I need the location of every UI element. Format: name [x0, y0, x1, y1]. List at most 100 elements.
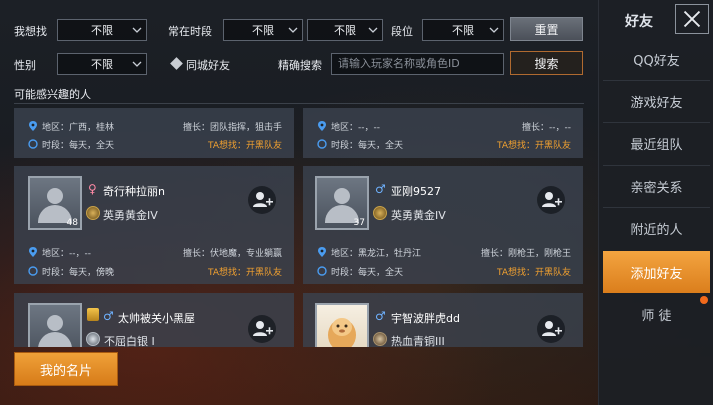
player-name: 宇智波胖虎dd: [391, 312, 460, 325]
card-skill: 擅长：伏地魔，专业躺赢: [182, 249, 282, 259]
card-skill: 擅长：团队指挥，狙击手: [182, 123, 282, 133]
search-button[interactable]: 搜索: [510, 51, 583, 75]
player-rank: 英勇黄金IV: [103, 209, 158, 222]
exact-search-label: 精确搜索: [278, 59, 322, 72]
chevron-down-icon: [489, 27, 499, 33]
location-pin-icon: [29, 247, 37, 257]
add-user-icon: [542, 321, 562, 336]
female-icon: ♀: [88, 182, 97, 196]
location-pin-icon: [318, 121, 326, 131]
notification-dot: [700, 296, 708, 304]
avatar-placeholder-head: [47, 188, 63, 204]
sidebar-item-nearby[interactable]: 附近的人: [603, 207, 710, 249]
card-time: 时段：每天，全天: [331, 141, 404, 151]
location-pin-icon: [29, 121, 37, 131]
close-icon: [683, 10, 701, 28]
add-friend-button[interactable]: [248, 315, 276, 343]
add-friend-button[interactable]: [537, 315, 565, 343]
close-button[interactable]: [675, 4, 709, 34]
rank-gold-icon: [86, 206, 100, 220]
rank-silver-icon: [86, 332, 100, 346]
card-wants: TA想找：开黑队友: [208, 141, 282, 151]
clock-icon: [28, 266, 38, 276]
player-name: 亚刚9527: [391, 185, 441, 198]
player-name: 奇行种拉丽n: [103, 185, 165, 198]
add-user-icon: [542, 192, 562, 207]
time-dropdown-1-value: 不限: [252, 24, 274, 37]
rank-dropdown[interactable]: 不限: [422, 19, 504, 41]
gender-dropdown[interactable]: 不限: [57, 53, 147, 75]
avatar[interactable]: 37: [315, 176, 369, 230]
find-label: 我想找: [14, 25, 47, 38]
card-skill: 擅长：--，--: [522, 123, 571, 133]
chevron-down-icon: [132, 27, 142, 33]
card-wants: TA想找：开黑队友: [497, 141, 571, 151]
rank-bronze-icon: [373, 332, 387, 346]
time-dropdown-1[interactable]: 不限: [223, 19, 303, 41]
rank-label: 段位: [391, 25, 413, 38]
player-rank: 热血青铜III: [391, 335, 445, 347]
title-badge-icon: [87, 308, 99, 321]
card-region: 地区：--，--: [331, 123, 380, 133]
player-card[interactable]: ♂ 太帅被关小黑屋 不屈白银 I: [14, 293, 294, 347]
add-user-icon: [253, 321, 273, 336]
same-city-label[interactable]: 同城好友: [186, 57, 230, 73]
player-card[interactable]: 地区：--，-- 擅长：--，-- 时段：每天，全天 TA想找：开黑队友: [303, 108, 583, 158]
player-level: 37: [353, 218, 365, 228]
card-wants: TA想找：开黑队友: [208, 268, 282, 278]
add-friend-button[interactable]: [537, 186, 565, 214]
player-rank: 英勇黄金IV: [391, 209, 446, 222]
avatar-placeholder-body: [38, 332, 72, 347]
sidebar-item-intimate[interactable]: 亲密关系: [603, 165, 710, 207]
divider: [14, 103, 584, 104]
section-title: 可能感兴趣的人: [14, 88, 91, 101]
time-label: 常在时段: [168, 25, 212, 38]
card-time: 时段：每天，全天: [331, 268, 404, 278]
chevron-down-icon: [132, 61, 142, 67]
card-region: 地区：黑龙江，牡丹江: [331, 249, 422, 259]
friends-sidebar: 好友 QQ好友 游戏好友 最近组队 亲密关系 附近的人 添加好友 师 徒: [598, 0, 713, 405]
clock-icon: [28, 139, 38, 149]
reset-button[interactable]: 重置: [510, 17, 583, 41]
search-input[interactable]: 请输入玩家名称或角色ID: [331, 53, 504, 75]
my-card-button[interactable]: 我的名片: [14, 352, 118, 386]
male-icon: ♂: [375, 182, 386, 196]
card-skill: 擅长：刚枪王，刚枪王: [480, 249, 571, 259]
same-city-checkbox[interactable]: [170, 57, 183, 70]
sidebar-item-qq-friends[interactable]: QQ好友: [603, 38, 710, 80]
gender-dropdown-value: 不限: [91, 58, 113, 71]
clock-icon: [317, 139, 327, 149]
player-card[interactable]: 37 ♂ 亚刚9527 英勇黄金IV 地区：黑龙江，牡丹江 擅长：刚枪王，刚枪王…: [303, 166, 583, 284]
player-card[interactable]: 地区：广西，桂林 擅长：团队指挥，狙击手 时段：每天，全天 TA想找：开黑队友: [14, 108, 294, 158]
add-user-icon: [253, 192, 273, 207]
avatar[interactable]: 48: [28, 176, 82, 230]
add-friend-button[interactable]: [248, 186, 276, 214]
sidebar-item-game-friends[interactable]: 游戏好友: [603, 80, 710, 122]
rank-dropdown-value: 不限: [452, 24, 474, 37]
avatar[interactable]: [315, 303, 369, 347]
time-dropdown-2[interactable]: 不限: [307, 19, 383, 41]
gender-label: 性别: [14, 59, 36, 72]
avatar[interactable]: [28, 303, 82, 347]
location-pin-icon: [318, 247, 326, 257]
find-dropdown[interactable]: 不限: [57, 19, 147, 41]
card-time: 时段：每天，全天: [42, 141, 115, 151]
player-card[interactable]: 48 ♀ 奇行种拉丽n 英勇黄金IV 地区：--，-- 擅长：伏地魔，专业躺赢 …: [14, 166, 294, 284]
sidebar-item-add-friend[interactable]: 添加好友: [603, 251, 710, 293]
card-region: 地区：广西，桂林: [42, 123, 115, 133]
avatar-placeholder-head: [47, 315, 63, 331]
player-name: 太帅被关小黑屋: [118, 312, 195, 325]
card-region: 地区：--，--: [42, 249, 91, 259]
card-wants: TA想找：开黑队友: [497, 268, 571, 278]
time-dropdown-2-value: 不限: [334, 24, 356, 37]
card-time: 时段：每天，傍晚: [42, 268, 115, 278]
male-icon: ♂: [375, 309, 386, 323]
chevron-down-icon: [288, 27, 298, 33]
sidebar-item-recent-teams[interactable]: 最近组队: [603, 122, 710, 164]
find-dropdown-value: 不限: [91, 24, 113, 37]
sidebar-title: 好友: [625, 14, 653, 30]
clock-icon: [317, 266, 327, 276]
main-panel: 我想找 不限 常在时段 不限 不限 段位 不限 重置 性别 不限 同城好友 精确…: [0, 0, 598, 405]
player-card[interactable]: ♂ 宇智波胖虎dd 热血青铜III: [303, 293, 583, 347]
sidebar-item-mentor[interactable]: 师 徒: [603, 293, 710, 335]
